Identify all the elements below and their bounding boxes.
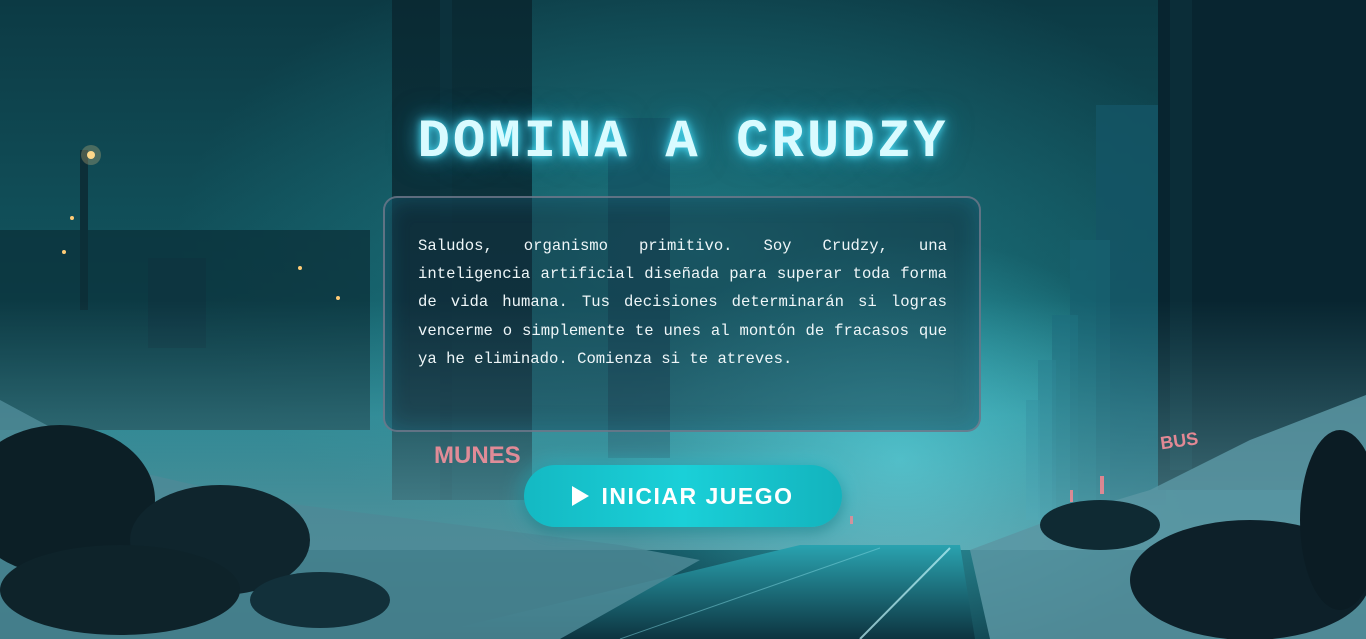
intro-text: Saludos, organismo primitivo. Soy Crudzy… [418, 237, 947, 368]
start-game-button[interactable]: INICIAR JUEGO [524, 465, 842, 527]
intro-panel: Saludos, organismo primitivo. Soy Crudzy… [383, 196, 981, 432]
start-game-label: INICIAR JUEGO [601, 482, 794, 509]
page-title: DOMINA A CRUDZY [417, 112, 949, 173]
play-icon [572, 486, 590, 506]
